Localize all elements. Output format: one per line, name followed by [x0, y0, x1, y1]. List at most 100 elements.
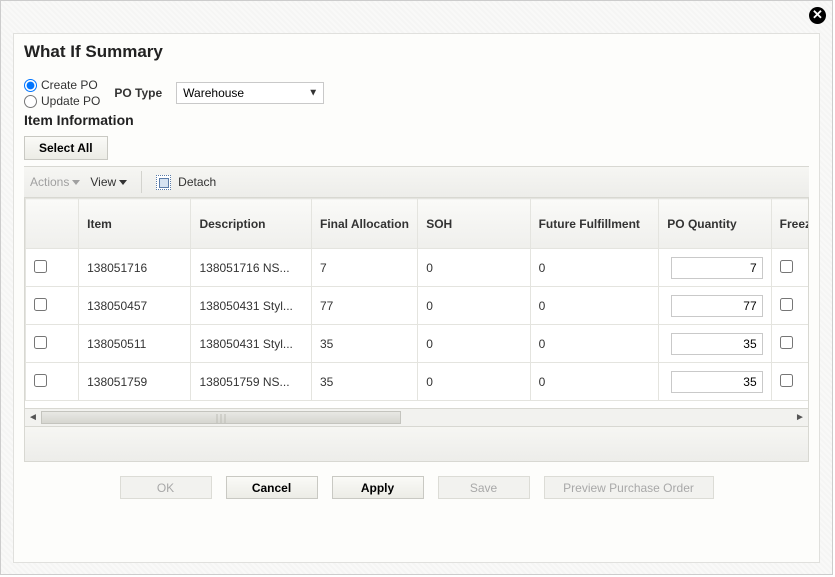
- view-menu[interactable]: View: [90, 175, 127, 189]
- update-po-radio-input[interactable]: [24, 95, 37, 108]
- cell-future-fulfillment: 0: [530, 287, 659, 325]
- cancel-button[interactable]: Cancel: [226, 476, 318, 499]
- po-quantity-input[interactable]: [671, 333, 763, 355]
- col-freeze: Freeze: [771, 199, 809, 249]
- row-select-cell: [26, 325, 79, 363]
- what-if-summary-dialog: ✕ What If Summary Create PO Update PO PO…: [0, 0, 833, 575]
- actions-menu-label: Actions: [30, 175, 69, 189]
- toolbar-separator: [141, 171, 142, 193]
- cell-soh: 0: [418, 249, 530, 287]
- cell-description: 138050431 Styl...: [191, 287, 312, 325]
- table-header-row: Item Description Final Allocation SOH Fu…: [26, 199, 810, 249]
- horizontal-scrollbar[interactable]: ◄ ►: [24, 409, 809, 427]
- preview-po-button[interactable]: Preview Purchase Order: [544, 476, 714, 499]
- table-row: 138051759138051759 NS...3500: [26, 363, 810, 401]
- items-table: Item Description Final Allocation SOH Fu…: [25, 198, 809, 401]
- cell-po-quantity: [659, 249, 771, 287]
- page-title: What If Summary: [24, 42, 809, 62]
- select-all-row: Select All: [24, 136, 809, 160]
- cell-description: 138050431 Styl...: [191, 325, 312, 363]
- cell-final-allocation: 7: [312, 249, 418, 287]
- cell-description: 138051759 NS...: [191, 363, 312, 401]
- cell-soh: 0: [418, 363, 530, 401]
- cell-future-fulfillment: 0: [530, 325, 659, 363]
- items-table-wrap[interactable]: Item Description Final Allocation SOH Fu…: [24, 198, 809, 409]
- detach-button[interactable]: Detach: [156, 175, 216, 190]
- cell-freeze: [771, 249, 809, 287]
- item-information-title: Item Information: [24, 112, 809, 128]
- cell-final-allocation: 35: [312, 325, 418, 363]
- create-po-label: Create PO: [41, 78, 98, 92]
- cell-freeze: [771, 363, 809, 401]
- col-select: [26, 199, 79, 249]
- freeze-checkbox[interactable]: [780, 374, 793, 387]
- cell-description: 138051716 NS...: [191, 249, 312, 287]
- cell-final-allocation: 77: [312, 287, 418, 325]
- cell-final-allocation: 35: [312, 363, 418, 401]
- chevron-down-icon: [72, 180, 80, 185]
- scroll-track[interactable]: [41, 410, 792, 425]
- col-item: Item: [79, 199, 191, 249]
- po-type-select[interactable]: Warehouse: [176, 82, 324, 104]
- cell-freeze: [771, 325, 809, 363]
- create-po-radio-input[interactable]: [24, 79, 37, 92]
- col-po-quantity: PO Quantity: [659, 199, 771, 249]
- po-type-label: PO Type: [114, 86, 162, 100]
- cell-po-quantity: [659, 363, 771, 401]
- row-select-checkbox[interactable]: [34, 336, 47, 349]
- freeze-checkbox[interactable]: [780, 336, 793, 349]
- close-icon[interactable]: ✕: [809, 7, 826, 24]
- table-row: 138050457138050431 Styl...7700: [26, 287, 810, 325]
- update-po-label: Update PO: [41, 94, 100, 108]
- row-select-checkbox[interactable]: [34, 374, 47, 387]
- create-po-radio[interactable]: Create PO: [24, 78, 100, 92]
- row-select-cell: [26, 287, 79, 325]
- cell-po-quantity: [659, 287, 771, 325]
- table-footer-strip: [24, 427, 809, 462]
- dialog-header: ✕: [1, 1, 832, 29]
- scroll-thumb[interactable]: [41, 411, 401, 424]
- cell-item: 138051759: [79, 363, 191, 401]
- table-toolbar: Actions View Detach: [24, 166, 809, 198]
- cell-po-quantity: [659, 325, 771, 363]
- col-description: Description: [191, 199, 312, 249]
- cell-freeze: [771, 287, 809, 325]
- row-select-cell: [26, 363, 79, 401]
- po-quantity-input[interactable]: [671, 295, 763, 317]
- table-row: 138051716138051716 NS...700: [26, 249, 810, 287]
- actions-menu[interactable]: Actions: [30, 175, 80, 189]
- freeze-checkbox[interactable]: [780, 298, 793, 311]
- select-all-button[interactable]: Select All: [24, 136, 108, 160]
- table-row: 138050511138050431 Styl...3500: [26, 325, 810, 363]
- col-future-fulfillment: Future Fulfillment: [530, 199, 659, 249]
- chevron-down-icon: [119, 180, 127, 185]
- cell-soh: 0: [418, 287, 530, 325]
- cell-item: 138050457: [79, 287, 191, 325]
- freeze-checkbox[interactable]: [780, 260, 793, 273]
- po-type-select-wrap: Warehouse ▼: [176, 82, 324, 104]
- detach-label: Detach: [178, 175, 216, 189]
- cell-soh: 0: [418, 325, 530, 363]
- po-quantity-input[interactable]: [671, 371, 763, 393]
- dialog-footer-buttons: OK Cancel Apply Save Preview Purchase Or…: [24, 476, 809, 499]
- col-final-allocation: Final Allocation: [312, 199, 418, 249]
- po-action-radios: Create PO Update PO: [24, 78, 100, 108]
- apply-button[interactable]: Apply: [332, 476, 424, 499]
- cell-future-fulfillment: 0: [530, 249, 659, 287]
- scroll-left-icon[interactable]: ◄: [25, 410, 41, 425]
- update-po-radio[interactable]: Update PO: [24, 94, 100, 108]
- row-select-checkbox[interactable]: [34, 298, 47, 311]
- save-button[interactable]: Save: [438, 476, 530, 499]
- cell-item: 138050511: [79, 325, 191, 363]
- row-select-cell: [26, 249, 79, 287]
- dialog-body: What If Summary Create PO Update PO PO T…: [13, 33, 820, 563]
- cell-future-fulfillment: 0: [530, 363, 659, 401]
- detach-icon: [156, 175, 171, 190]
- po-options-row: Create PO Update PO PO Type Warehouse ▼: [24, 78, 809, 108]
- ok-button[interactable]: OK: [120, 476, 212, 499]
- po-quantity-input[interactable]: [671, 257, 763, 279]
- row-select-checkbox[interactable]: [34, 260, 47, 273]
- cell-item: 138051716: [79, 249, 191, 287]
- scroll-right-icon[interactable]: ►: [792, 410, 808, 425]
- view-menu-label: View: [90, 175, 116, 189]
